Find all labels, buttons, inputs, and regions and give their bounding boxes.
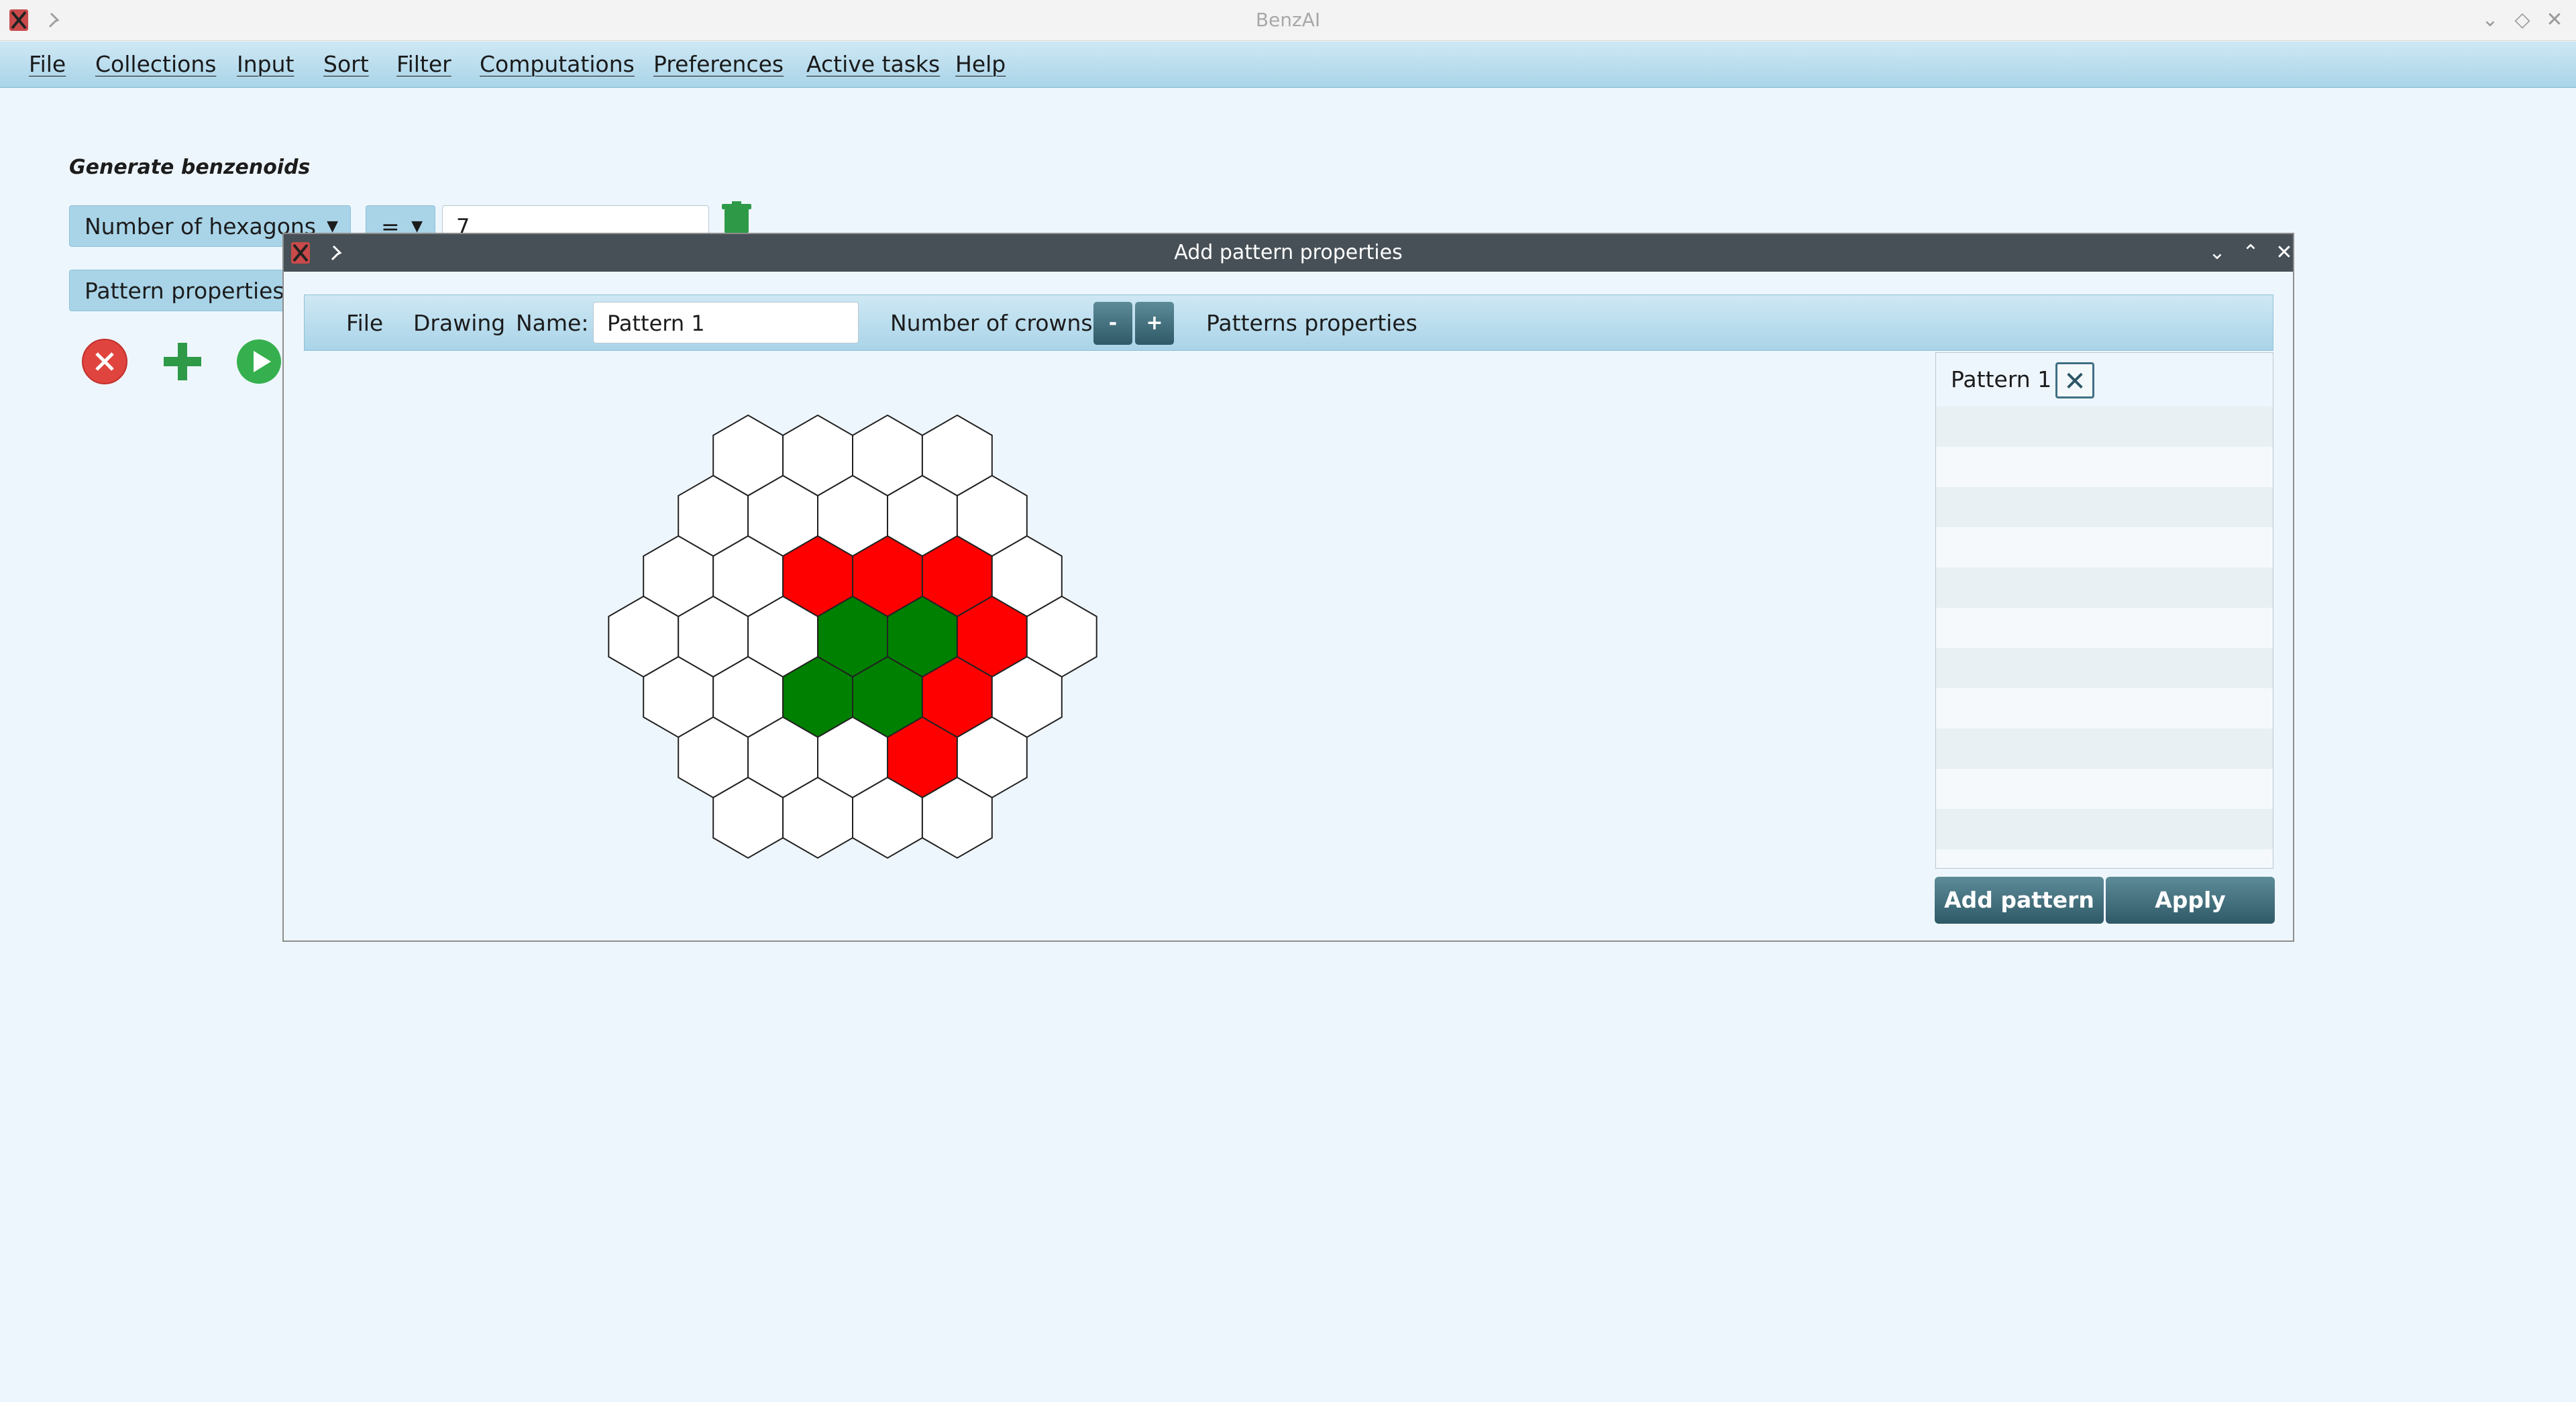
- run-icon[interactable]: [235, 337, 283, 386]
- name-field[interactable]: Pattern 1: [593, 302, 859, 343]
- maximize-icon[interactable]: ⌃: [2237, 239, 2264, 266]
- menu-input[interactable]: Input: [237, 42, 294, 87]
- crowns-label: Number of crowns:: [890, 310, 1100, 336]
- list-empty-row: [1936, 487, 2273, 527]
- menu-computations[interactable]: Computations: [480, 42, 635, 87]
- list-empty-row: [1936, 729, 2273, 769]
- maximize-icon[interactable]: ◇: [2510, 8, 2534, 32]
- menu-active-tasks[interactable]: Active tasks: [806, 42, 940, 87]
- list-empty-row: [1936, 608, 2273, 648]
- name-label: Name:: [516, 310, 589, 336]
- add-pattern-dialog: Add pattern properties ⌄ ⌃ ✕ File Drawin…: [282, 233, 2294, 942]
- criterion-select-value: Number of hexagons: [85, 213, 316, 239]
- patterns-properties-menu[interactable]: Patterns properties: [1206, 295, 1417, 352]
- pattern-list[interactable]: Pattern 1 ✕: [1935, 352, 2273, 869]
- apply-button[interactable]: Apply: [2106, 877, 2275, 924]
- list-item[interactable]: Pattern 1 ✕: [1936, 353, 2273, 407]
- menu-file[interactable]: File: [346, 295, 383, 352]
- close-icon[interactable]: ✕: [2542, 8, 2567, 32]
- section-title: Generate benzenoids: [69, 156, 311, 179]
- window-titlebar: BenzAI ⌄ ◇ ✕: [0, 0, 2576, 41]
- list-empty-row: [1936, 648, 2273, 688]
- dialog-toolbar: File Drawing Name: Pattern 1 Number of c…: [304, 294, 2273, 351]
- hex-grid[interactable]: [304, 352, 1947, 889]
- menu-bar: File Collections Input Sort Filter Compu…: [0, 42, 2576, 88]
- menu-help[interactable]: Help: [955, 42, 1006, 87]
- list-empty-row: [1936, 568, 2273, 608]
- increase-crowns-button[interactable]: +: [1135, 302, 1174, 345]
- menu-collections[interactable]: Collections: [95, 42, 216, 87]
- list-empty-row: [1936, 769, 2273, 809]
- list-empty-row: [1936, 407, 2273, 447]
- minimize-icon[interactable]: ⌄: [2478, 8, 2502, 32]
- menu-filter[interactable]: Filter: [396, 42, 451, 87]
- pattern-canvas[interactable]: [304, 352, 1947, 889]
- app-title: BenzAI: [1255, 9, 1321, 31]
- remove-pattern-icon[interactable]: ✕: [2055, 362, 2094, 398]
- add-criterion-icon[interactable]: [158, 337, 207, 386]
- menu-file[interactable]: File: [29, 42, 66, 87]
- remove-criterion-icon[interactable]: [80, 337, 129, 386]
- menu-preferences[interactable]: Preferences: [653, 42, 784, 87]
- menu-drawing[interactable]: Drawing: [413, 295, 505, 352]
- list-empty-row: [1936, 447, 2273, 487]
- trash-icon[interactable]: [718, 201, 755, 235]
- dialog-titlebar: Add pattern properties ⌄ ⌃ ✕: [284, 234, 2293, 272]
- close-icon[interactable]: ✕: [2271, 239, 2298, 266]
- list-empty-row: [1936, 527, 2273, 568]
- add-pattern-button[interactable]: Add pattern: [1935, 877, 2104, 924]
- list-empty-row: [1936, 688, 2273, 729]
- pattern-item-label: Pattern 1: [1951, 366, 2052, 392]
- minimize-icon[interactable]: ⌄: [2204, 239, 2231, 266]
- decrease-crowns-button[interactable]: -: [1093, 302, 1132, 345]
- list-empty-row: [1936, 809, 2273, 849]
- menu-sort[interactable]: Sort: [323, 42, 369, 87]
- pattern-properties-select[interactable]: Pattern properties: [69, 270, 297, 311]
- dialog-title: Add pattern properties: [1174, 241, 1403, 264]
- pattern-properties-label: Pattern properties: [85, 278, 284, 304]
